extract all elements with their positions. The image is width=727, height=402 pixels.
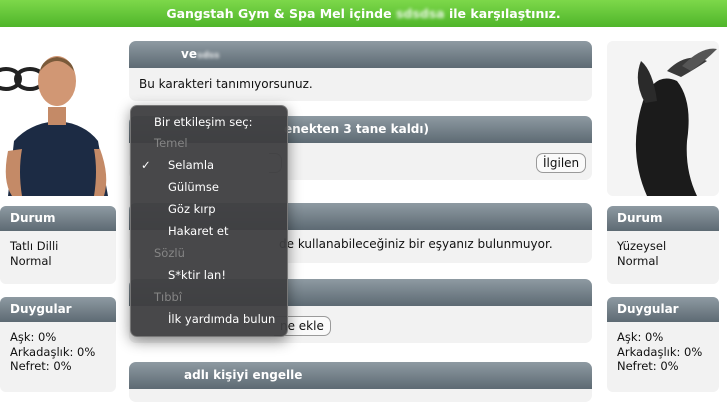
- right-feelings-card: Duygular Aşk: 0% Arkadaşlık: 0% Nefret: …: [607, 297, 719, 392]
- interaction-dropdown-menu: Bir etkileşim seç: Temel ✓ Selamla Gülüm…: [130, 105, 288, 337]
- left-status-card: Durum Tatlı Dilli Normal: [0, 206, 116, 284]
- panel-body-text: Bu karakteri tanımıyorsunuz.: [139, 77, 313, 91]
- menu-item-swear[interactable]: S*ktir lan!: [131, 266, 287, 284]
- interact-button[interactable]: İlgilen: [536, 153, 587, 173]
- menu-item-first-aid[interactable]: İlk yardımda bulun: [131, 310, 287, 328]
- left-status-line: Normal: [10, 253, 52, 268]
- panel-title: ve: [181, 47, 197, 61]
- right-status-card: Durum Yüzeysel Normal: [607, 206, 719, 284]
- left-feelings-card: Duygular Aşk: 0% Arkadaşlık: 0% Nefret: …: [0, 297, 116, 392]
- menu-group-verbal: Sözlü: [154, 246, 185, 260]
- right-feelings-title: Duygular: [607, 297, 719, 322]
- encounter-banner: Gangstah Gym & Spa Mel içinde sdsdsa ile…: [0, 0, 727, 27]
- menu-group-medical: Tıbbî: [154, 290, 183, 304]
- right-character-photo: [607, 41, 719, 196]
- menu-group-basic: Temel: [154, 136, 188, 150]
- banner-prefix: Gangstah Gym & Spa Mel içinde: [166, 6, 392, 21]
- character-info-panel: vesdss Bu karakteri tanımıyorsunuz.: [129, 41, 592, 101]
- interaction-panel-title: enekten 3 tane kaldı): [284, 122, 429, 136]
- right-status-line: Normal: [617, 253, 659, 268]
- banner-blurred-name: sdsdsa: [395, 6, 445, 21]
- left-feeling-hate: Nefret: 0%: [10, 359, 72, 373]
- menu-item-label: Selamla: [168, 158, 215, 172]
- block-panel-title: adlı kişiyi engelle: [184, 368, 303, 382]
- left-status-title: Durum: [0, 206, 116, 231]
- menu-item-label: Göz kırp: [168, 202, 216, 216]
- right-status-line: Yüzeysel: [617, 239, 667, 253]
- checkmark-icon: ✓: [141, 158, 151, 172]
- menu-item-wink[interactable]: Göz kırp: [131, 200, 287, 218]
- right-feeling-hate: Nefret: 0%: [617, 359, 679, 373]
- left-feeling-love: Aşk: 0%: [10, 330, 57, 344]
- right-status-title: Durum: [607, 206, 719, 231]
- menu-item-label: Gülümse: [168, 180, 219, 194]
- menu-item-insult[interactable]: Hakaret et: [131, 222, 287, 240]
- menu-item-label: Hakaret et: [168, 224, 229, 238]
- panel-title-blurred: sdss: [196, 51, 220, 61]
- banner-suffix: ile karşılaştınız.: [448, 6, 561, 21]
- left-character-photo: [0, 41, 114, 196]
- block-panel: adlı kişiyi engelle: [129, 362, 592, 402]
- menu-heading: Bir etkileşim seç:: [154, 115, 253, 129]
- right-feeling-love: Aşk: 0%: [617, 330, 664, 344]
- menu-item-smile[interactable]: Gülümse: [131, 178, 287, 196]
- left-status-line: Tatlı Dilli: [10, 239, 59, 253]
- menu-item-label: S*ktir lan!: [168, 268, 226, 282]
- right-feeling-friendship: Arkadaşlık: 0%: [617, 344, 703, 359]
- item-panel-text: de kullanabileceğiniz bir eşyanız bulunm…: [279, 237, 553, 251]
- left-feeling-friendship: Arkadaşlık: 0%: [10, 344, 96, 359]
- left-feelings-title: Duygular: [0, 297, 116, 322]
- menu-item-greet[interactable]: ✓ Selamla: [131, 156, 287, 174]
- menu-item-label: İlk yardımda bulun: [168, 312, 276, 326]
